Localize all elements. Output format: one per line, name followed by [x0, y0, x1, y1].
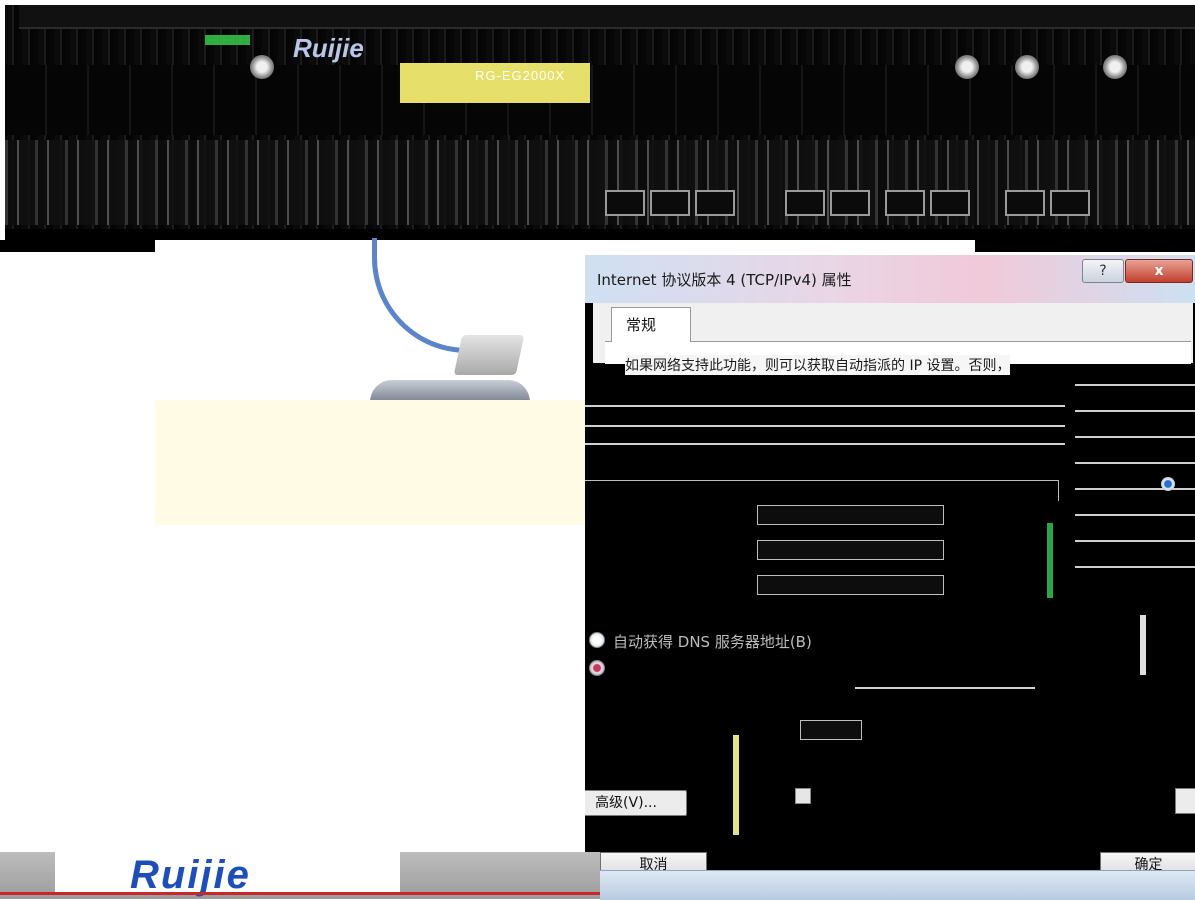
router-logo: Ruijie	[293, 33, 364, 63]
router-bottom-strip	[5, 229, 1195, 240]
ipv4-properties-dialog: Internet 协议版本 4 (TCP/IPv4) 属性 ? x 常规 如果网…	[585, 255, 1195, 870]
band-shadow-right	[975, 240, 1195, 252]
divider	[585, 405, 1065, 407]
router-model-label: RG-EG2000X	[475, 68, 566, 83]
divider	[585, 425, 1065, 427]
dns-manual-radio[interactable]	[589, 660, 605, 676]
router-screw	[955, 55, 979, 79]
divider	[585, 443, 1065, 445]
close-icon[interactable]: x	[1125, 259, 1193, 283]
intro-text: 如果网络支持此功能，则可以获取自动指派的 IP 设置。否则，	[625, 355, 1011, 375]
glitch-bar	[733, 735, 739, 835]
router-led	[205, 35, 250, 45]
ip-address-field[interactable]	[757, 505, 944, 525]
tab-general[interactable]: 常规	[611, 307, 691, 342]
dns-group-frame	[855, 687, 1035, 689]
dns-auto-radio[interactable]	[589, 632, 605, 648]
gateway-field[interactable]	[757, 575, 944, 595]
router-screw	[250, 55, 274, 79]
dns-auto-label: 自动获得 DNS 服务器地址(B)	[613, 633, 812, 651]
hidden-button[interactable]	[1175, 788, 1195, 814]
router-port	[1005, 190, 1045, 216]
footer-banner: Ruijie	[0, 852, 600, 899]
router-port	[650, 190, 690, 216]
device-edge	[370, 380, 530, 402]
dialog-title: Internet 协议版本 4 (TCP/IPv4) 属性	[597, 271, 852, 289]
router-port	[885, 190, 925, 216]
router-photo: RG-EG2000X Ruijie	[5, 5, 1195, 240]
callout-panel	[155, 400, 585, 525]
taskbar	[600, 870, 1195, 900]
background-radio	[1161, 477, 1175, 491]
subnet-mask-field[interactable]	[757, 540, 944, 560]
router-port	[785, 190, 825, 216]
router-port	[695, 190, 735, 216]
glitch-bar	[1047, 523, 1053, 598]
validate-on-exit-checkbox[interactable]	[795, 788, 811, 804]
advanced-button[interactable]: 高级(V)...	[585, 790, 687, 816]
router-port	[930, 190, 970, 216]
router-port	[605, 190, 645, 216]
router-port	[830, 190, 870, 216]
cable-connector	[453, 335, 525, 375]
router-top-edge	[19, 5, 1195, 29]
glitch-bar	[1140, 615, 1146, 675]
cancel-button[interactable]: 取消	[600, 852, 707, 870]
background-window-strip	[1075, 370, 1195, 590]
ip-group-frame	[585, 480, 1059, 501]
ok-button[interactable]: 确定	[1100, 852, 1195, 870]
router-port	[1050, 190, 1090, 216]
router-faceplate	[5, 65, 1195, 135]
preferred-dns-field[interactable]	[800, 720, 862, 740]
band-shadow-left	[0, 240, 155, 252]
router-screw	[1103, 55, 1127, 79]
footer-rule	[0, 892, 600, 895]
router-screw	[1015, 55, 1039, 79]
help-icon[interactable]: ?	[1082, 259, 1124, 283]
